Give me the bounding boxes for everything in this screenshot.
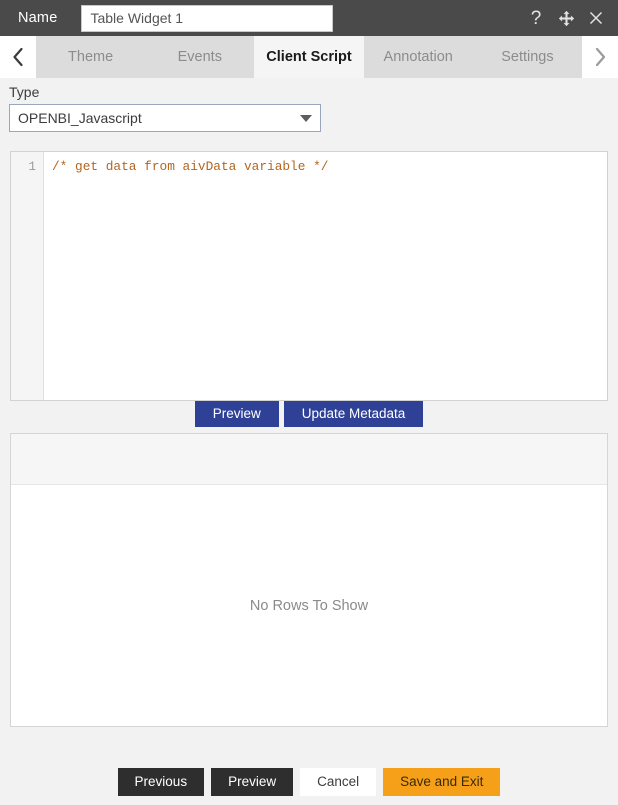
result-grid-header <box>11 434 607 485</box>
line-number: 1 <box>28 160 36 174</box>
preview-result-panel: No Rows To Show <box>10 433 608 727</box>
question-mark-icon[interactable]: ? <box>526 8 546 28</box>
client-script-panel: Type OPENBI_Javascript 1 /* get data fro… <box>0 78 618 805</box>
move-arrows-icon[interactable] <box>556 8 576 28</box>
tab-annotation[interactable]: Annotation <box>363 36 473 78</box>
script-type-value: OPENBI_Javascript <box>18 110 142 126</box>
no-rows-message: No Rows To Show <box>249 597 369 614</box>
window-titlebar: Name Table Widget 1 ? <box>0 0 618 36</box>
tab-bar: Theme Events Client Script Annotation Se… <box>0 36 618 78</box>
close-x-icon[interactable] <box>586 8 606 28</box>
code-editor-gutter: 1 <box>11 152 44 400</box>
code-editor-text-area[interactable]: /* get data from aivData variable */ <box>44 152 607 400</box>
tab-client-script-label: Client Script <box>266 49 352 65</box>
update-metadata-button[interactable]: Update Metadata <box>283 401 424 427</box>
tab-theme-label: Theme <box>68 49 114 65</box>
chevron-down-icon <box>300 114 312 122</box>
widget-name-input[interactable]: Table Widget 1 <box>81 4 334 32</box>
tab-events[interactable]: Events <box>145 36 255 78</box>
dialog-footer: Previous Preview Cancel Save and Exit <box>0 768 618 796</box>
preview-button[interactable]: Preview <box>194 401 279 427</box>
code-editor[interactable]: 1 /* get data from aivData variable */ <box>10 151 608 401</box>
result-grid-body: No Rows To Show <box>11 485 607 726</box>
tab-theme[interactable]: Theme <box>36 36 146 78</box>
save-and-exit-button[interactable]: Save and Exit <box>383 768 501 796</box>
footer-preview-button[interactable]: Preview <box>211 768 294 796</box>
cancel-button[interactable]: Cancel <box>300 768 377 796</box>
tab-settings[interactable]: Settings <box>472 36 583 78</box>
code-line: /* get data from aivData variable */ <box>52 159 329 174</box>
tabs-scroll-left-icon[interactable] <box>0 36 36 78</box>
tab-settings-label: Settings <box>501 49 554 65</box>
tab-events-label: Events <box>177 49 222 65</box>
tabs-scroll-right-icon[interactable] <box>582 36 618 78</box>
tabs-container: Theme Events Client Script Annotation Se… <box>36 36 583 78</box>
type-label: Type <box>9 84 40 100</box>
script-type-select[interactable]: OPENBI_Javascript <box>9 104 321 132</box>
titlebar-icon-group: ? <box>526 8 606 28</box>
tab-client-script[interactable]: Client Script <box>254 36 364 78</box>
previous-button[interactable]: Previous <box>117 768 205 796</box>
name-label: Name <box>18 10 58 26</box>
widget-name-value: Table Widget 1 <box>90 10 184 26</box>
editor-action-buttons: Preview Update Metadata <box>0 401 618 427</box>
tab-annotation-label: Annotation <box>383 49 453 65</box>
